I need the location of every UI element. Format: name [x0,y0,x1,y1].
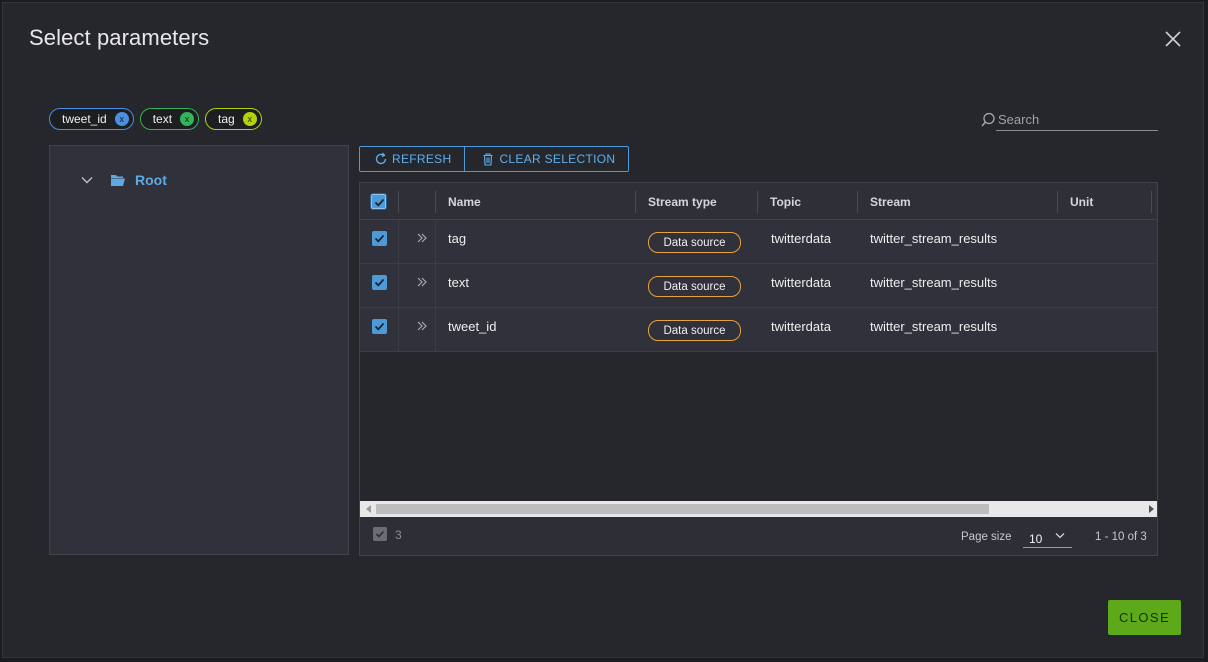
chip-remove-icon[interactable]: x [114,112,129,126]
stream-type-badge: Data source [648,320,741,341]
check-icon [374,322,385,331]
cell-name: text [448,275,469,290]
horizontal-scrollbar[interactable] [360,501,1157,517]
chip-tag: tag x [205,108,262,130]
scroll-left-arrow-icon[interactable] [366,505,371,513]
page-size-value: 10 [1029,532,1043,546]
column-header-name[interactable]: Name [448,195,481,209]
double-chevron-right-icon[interactable] [416,320,428,332]
stream-type-badge: Data source [648,276,741,297]
selected-count-checkbox [373,527,387,541]
table-row[interactable]: text Data source twitterdata twitter_str… [360,264,1157,308]
clear-selection-label: CLEAR SELECTION [499,152,616,166]
selected-count: 3 [395,528,402,542]
column-header-topic[interactable]: Topic [770,195,801,209]
cell-stream: twitter_stream_results [870,319,998,334]
scroll-right-arrow-icon[interactable] [1149,505,1154,513]
select-parameters-dialog: Select parameters tweet_id x text x tag … [2,2,1204,658]
table-row[interactable]: tag Data source twitterdata twitter_stre… [360,220,1157,264]
table-row[interactable]: tweet_id Data source twitterdata twitter… [360,308,1157,352]
grid-footer: 3 Page size 10 1 - 10 of 3 [360,517,1157,555]
chevron-down-icon[interactable] [80,173,94,187]
chip-tweet-id: tweet_id x [49,108,134,130]
close-icon[interactable] [1162,28,1184,50]
chevron-down-icon [1055,533,1065,539]
tree-panel: Root [49,145,349,555]
row-checkbox[interactable] [372,275,387,290]
check-icon [374,234,385,243]
check-icon [374,278,385,287]
cell-topic: twitterdata [771,319,831,334]
double-chevron-right-icon[interactable] [416,276,428,288]
cell-stream: twitter_stream_results [870,231,998,246]
trash-icon [483,153,493,166]
refresh-button[interactable]: REFRESH [360,147,464,171]
row-checkbox[interactable] [372,319,387,334]
chip-label: text [152,112,173,126]
selected-chips: tweet_id x text x tag x [49,108,262,130]
scrollbar-thumb[interactable] [376,504,989,514]
cell-name: tweet_id [448,319,497,334]
tree-node-root[interactable]: Root [80,172,167,188]
select-all-checkbox[interactable] [371,194,386,209]
chip-text: text x [139,108,200,130]
folder-open-icon [111,175,125,186]
close-button[interactable]: CLOSE [1108,600,1181,635]
clear-selection-button[interactable]: CLEAR SELECTION [464,147,628,171]
pagination-range: 1 - 10 of 3 [1095,531,1147,543]
search-input[interactable] [996,109,1158,131]
column-header-stream[interactable]: Stream [870,195,911,209]
search-box [979,109,1158,132]
column-header-stream-type[interactable]: Stream type [648,195,717,209]
parameters-grid: Name Stream type Topic Stream Unit tag D… [359,182,1158,556]
chip-remove-icon[interactable]: x [180,112,195,126]
cell-stream: twitter_stream_results [870,275,998,290]
refresh-icon [375,152,387,165]
cell-name: tag [448,231,467,246]
column-header-unit[interactable]: Unit [1070,195,1093,209]
grid-header: Name Stream type Topic Stream Unit [360,183,1157,220]
dialog-title: Select parameters [29,25,210,50]
page-size-label: Page size [961,531,1012,543]
check-icon [375,530,385,538]
check-icon [374,198,385,207]
chip-remove-icon[interactable]: x [242,112,257,126]
double-chevron-right-icon[interactable] [416,232,428,244]
page-size-select[interactable]: 10 [1023,526,1072,548]
cell-topic: twitterdata [771,231,831,246]
chip-label: tweet_id [62,112,107,126]
grid-toolbar: REFRESH CLEAR SELECTION [359,146,630,172]
cell-topic: twitterdata [771,275,831,290]
row-checkbox[interactable] [372,231,387,246]
chip-label: tag [218,112,235,126]
stream-type-badge: Data source [648,232,741,253]
tree-node-label: Root [135,172,167,188]
search-icon [981,112,995,127]
refresh-label: REFRESH [392,152,452,166]
